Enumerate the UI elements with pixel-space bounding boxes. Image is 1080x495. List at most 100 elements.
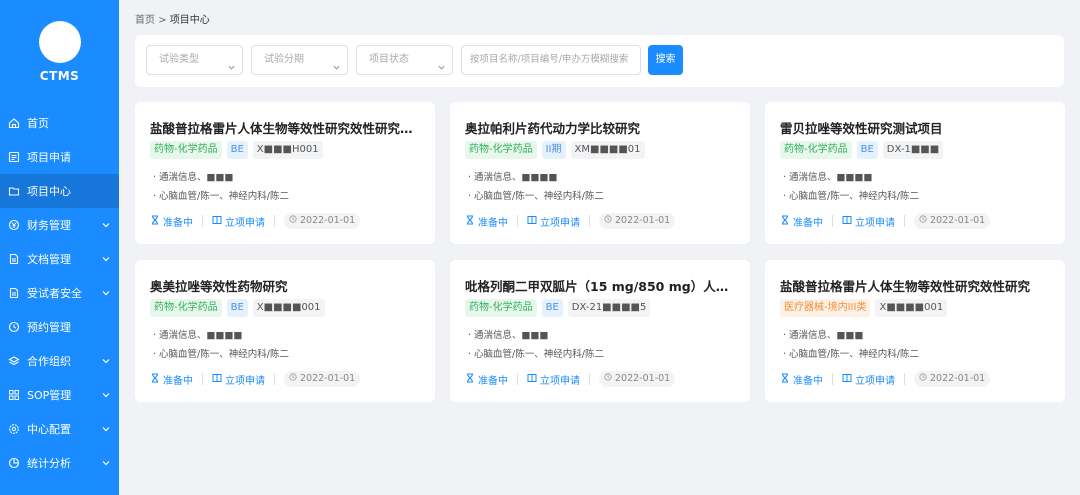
date-label: 2022-01-01 bbox=[300, 373, 356, 384]
chevron-down-icon bbox=[101, 458, 111, 468]
card-footer: 准备中 立项申请 2022-01-01 bbox=[780, 213, 991, 229]
department-line: · 心脑血管/陈一、神经内科/陈二 bbox=[783, 191, 919, 202]
trial-type-placeholder: 试验类型 bbox=[159, 54, 199, 65]
home-icon bbox=[8, 117, 20, 129]
logo bbox=[39, 21, 81, 63]
apply-link[interactable]: 立项申请 bbox=[212, 214, 265, 229]
sidebar-item-label: 统计分析 bbox=[27, 457, 71, 470]
breadcrumb: 首页 > 项目中心 bbox=[135, 11, 210, 26]
date-badge: 2022-01-01 bbox=[284, 371, 361, 387]
clock-icon bbox=[289, 371, 300, 387]
category-tag: 药物-化学药品 bbox=[150, 141, 222, 159]
status-label: 准备中 bbox=[478, 217, 508, 229]
sidebar-item-8[interactable]: SOP管理 bbox=[0, 378, 119, 412]
sidebar-item-label: 首页 bbox=[27, 117, 49, 130]
project-title[interactable]: 奥美拉唑等效性药物研究 bbox=[150, 276, 425, 295]
project-code-tag: X■■■H001 bbox=[252, 141, 323, 159]
project-title[interactable]: 奥拉帕利片药代动力学比较研究 bbox=[465, 118, 740, 137]
sidebar-item-label: SOP管理 bbox=[27, 389, 72, 402]
date-label: 2022-01-01 bbox=[615, 215, 671, 226]
divider bbox=[832, 215, 833, 227]
divider bbox=[274, 215, 275, 227]
sidebar-item-0[interactable]: 首页 bbox=[0, 106, 119, 140]
project-title[interactable]: 雷贝拉唑等效性研究测试项目 bbox=[780, 118, 1055, 137]
phase-tag: BE bbox=[856, 141, 878, 159]
date-badge: 2022-01-01 bbox=[599, 371, 676, 387]
currency-icon bbox=[8, 219, 20, 231]
chevron-down-icon bbox=[101, 390, 111, 400]
date-label: 2022-01-01 bbox=[300, 215, 356, 226]
sponsor-line: · 通湍信息、■■■■ bbox=[468, 172, 558, 183]
project-card[interactable]: 盐酸普拉格雷片人体生物等效性研究效性研究 医疗器械-境内III类 X■■■■001 ·… bbox=[765, 260, 1065, 402]
divider bbox=[832, 373, 833, 385]
divider bbox=[202, 215, 203, 227]
book-icon bbox=[527, 215, 540, 228]
tag-group: 药物-化学药品 BE X■■■■001 bbox=[150, 299, 325, 317]
card-footer: 准备中 立项申请 2022-01-01 bbox=[150, 213, 361, 229]
document-icon bbox=[8, 287, 20, 299]
sidebar-item-9[interactable]: 中心配置 bbox=[0, 412, 119, 446]
breadcrumb-current: 项目中心 bbox=[169, 15, 210, 26]
folder-icon bbox=[8, 185, 20, 197]
search-button[interactable]: 搜索 bbox=[648, 45, 683, 75]
sidebar-item-6[interactable]: 预约管理 bbox=[0, 310, 119, 344]
book-icon bbox=[842, 215, 855, 228]
book-icon bbox=[842, 373, 855, 386]
chevron-down-icon bbox=[437, 56, 446, 70]
chevron-down-icon bbox=[101, 288, 111, 298]
status-badge: 准备中 bbox=[780, 214, 823, 229]
sidebar-item-10[interactable]: 统计分析 bbox=[0, 446, 119, 480]
trial-phase-select[interactable]: 试验分期 bbox=[251, 45, 348, 75]
project-card[interactable]: 吡格列酮二甲双胍片（15 mg/850 mg）人体生物... 药物-化学药品 BE D… bbox=[450, 260, 750, 402]
status-label: 准备中 bbox=[793, 375, 823, 387]
date-label: 2022-01-01 bbox=[930, 215, 986, 226]
sidebar-item-4[interactable]: 文档管理 bbox=[0, 242, 119, 276]
category-tag: 药物-化学药品 bbox=[465, 299, 537, 317]
sidebar-item-5[interactable]: 受试者安全 bbox=[0, 276, 119, 310]
phase-tag: II期 bbox=[541, 141, 566, 159]
breadcrumb-separator: > bbox=[158, 15, 167, 26]
project-card[interactable]: 奥拉帕利片药代动力学比较研究 药物-化学药品 II期 XM■■■■01 · 通湍信息、■… bbox=[450, 102, 750, 244]
apply-link[interactable]: 立项申请 bbox=[527, 214, 580, 229]
trial-type-select[interactable]: 试验类型 bbox=[146, 45, 243, 75]
apply-label: 立项申请 bbox=[855, 375, 895, 387]
project-card[interactable]: 雷贝拉唑等效性研究测试项目 药物-化学药品 BE DX-1■■■ · 通湍信息、■■■■… bbox=[765, 102, 1065, 244]
breadcrumb-home[interactable]: 首页 bbox=[135, 15, 155, 26]
project-code-tag: X■■■■001 bbox=[252, 299, 325, 317]
chevron-down-icon bbox=[227, 56, 236, 70]
sidebar-item-2[interactable]: 项目中心 bbox=[0, 174, 119, 208]
apply-link[interactable]: 立项申请 bbox=[842, 372, 895, 387]
search-input[interactable]: 按项目名称/项目编号/申办方模糊搜索 bbox=[461, 45, 641, 75]
sidebar-item-label: 项目中心 bbox=[27, 185, 71, 198]
apply-link[interactable]: 立项申请 bbox=[842, 214, 895, 229]
clock-icon bbox=[289, 213, 300, 229]
sidebar-item-7[interactable]: 合作组织 bbox=[0, 344, 119, 378]
gear-icon bbox=[8, 423, 20, 435]
app-name: CTMS bbox=[39, 69, 80, 83]
project-card[interactable]: 奥美拉唑等效性药物研究 药物-化学药品 BE X■■■■001 · 通湍信息、■■■■ ·… bbox=[135, 260, 435, 402]
sponsor-line: · 通湍信息、■■■ bbox=[468, 330, 549, 341]
project-card[interactable]: 盐酸普拉格雷片人体生物等效性研究效性研究（预... 药物-化学药品 BE X■■■H0… bbox=[135, 102, 435, 244]
phase-tag: BE bbox=[226, 299, 248, 317]
project-title[interactable]: 盐酸普拉格雷片人体生物等效性研究效性研究（预... bbox=[150, 118, 425, 137]
department-line: · 心脑血管/陈一、神经内科/陈二 bbox=[153, 349, 289, 360]
project-title[interactable]: 盐酸普拉格雷片人体生物等效性研究效性研究 bbox=[780, 276, 1055, 295]
sidebar-item-label: 中心配置 bbox=[27, 423, 71, 436]
form-icon bbox=[8, 151, 20, 163]
chevron-down-icon bbox=[101, 356, 111, 366]
status-badge: 准备中 bbox=[150, 214, 193, 229]
project-status-select[interactable]: 项目状态 bbox=[356, 45, 453, 75]
clock-icon bbox=[919, 213, 930, 229]
department-line: · 心脑血管/陈一、神经内科/陈二 bbox=[468, 349, 604, 360]
category-tag: 药物-化学药品 bbox=[150, 299, 222, 317]
project-title[interactable]: 吡格列酮二甲双胍片（15 mg/850 mg）人体生物... bbox=[465, 276, 740, 295]
apply-link[interactable]: 立项申请 bbox=[527, 372, 580, 387]
sidebar-item-3[interactable]: 财务管理 bbox=[0, 208, 119, 242]
date-label: 2022-01-01 bbox=[930, 373, 986, 384]
sponsor-line: · 通湍信息、■■■ bbox=[153, 172, 234, 183]
layers-icon bbox=[8, 355, 20, 367]
grid-icon bbox=[8, 389, 20, 401]
sidebar-item-1[interactable]: 项目申请 bbox=[0, 140, 119, 174]
apply-link[interactable]: 立项申请 bbox=[212, 372, 265, 387]
phase-tag: BE bbox=[541, 299, 563, 317]
